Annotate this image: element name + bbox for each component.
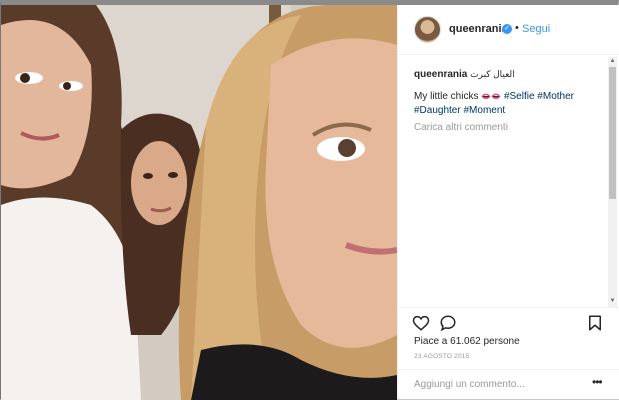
post-date: 23 AGOSTO 2015: [414, 353, 470, 360]
hashtag-daughter[interactable]: #Daughter: [414, 105, 461, 116]
post-photo[interactable]: [1, 5, 397, 400]
username-link[interactable]: queenrania: [449, 23, 508, 35]
comment-box: Aggiungi un commento... •••: [398, 369, 619, 400]
action-bar: [398, 307, 619, 338]
post-header: queenrania ✓ • Segui: [398, 5, 619, 55]
hashtag-selfie[interactable]: #Selfie: [504, 91, 535, 102]
selfie-image: [1, 5, 397, 400]
load-more-comments[interactable]: Carica altri commenti: [414, 122, 508, 133]
post-sidebar: queenrania ✓ • Segui queenrania العيال ك…: [397, 5, 619, 399]
caption-text: My little chicks 👄👄 #Selfie #Mother #Dau…: [414, 90, 599, 118]
scroll-thumb[interactable]: [609, 67, 616, 199]
check-icon: ✓: [502, 24, 512, 34]
likes-count[interactable]: Piace a 61.062 persone: [414, 336, 520, 347]
hashtag-moment[interactable]: #Moment: [463, 105, 505, 116]
comment-bubble-icon[interactable]: [439, 314, 457, 332]
scroll-up-arrow-icon[interactable]: ▲: [608, 57, 617, 66]
caption-arabic: العيال كبرت: [470, 69, 515, 79]
lips-emoji: 👄👄: [481, 92, 502, 101]
scrollbar[interactable]: ▲ ▼: [608, 57, 617, 307]
comment-input[interactable]: Aggiungi un commento...: [414, 379, 525, 390]
scroll-down-arrow-icon[interactable]: ▼: [608, 297, 617, 306]
separator-dot: •: [515, 22, 519, 34]
follow-button[interactable]: Segui: [522, 23, 550, 35]
heart-icon[interactable]: [412, 314, 430, 332]
bookmark-icon[interactable]: [586, 314, 604, 332]
caption-username[interactable]: queenrania: [414, 69, 467, 80]
hashtag-mother[interactable]: #Mother: [537, 91, 574, 102]
caption-body: My little chicks: [414, 91, 479, 102]
more-options-icon[interactable]: •••: [592, 375, 603, 389]
caption-line: queenrania العيال كبرت: [414, 69, 515, 80]
avatar[interactable]: [414, 16, 441, 43]
comments-area: queenrania العيال كبرت My little chicks …: [398, 55, 608, 307]
